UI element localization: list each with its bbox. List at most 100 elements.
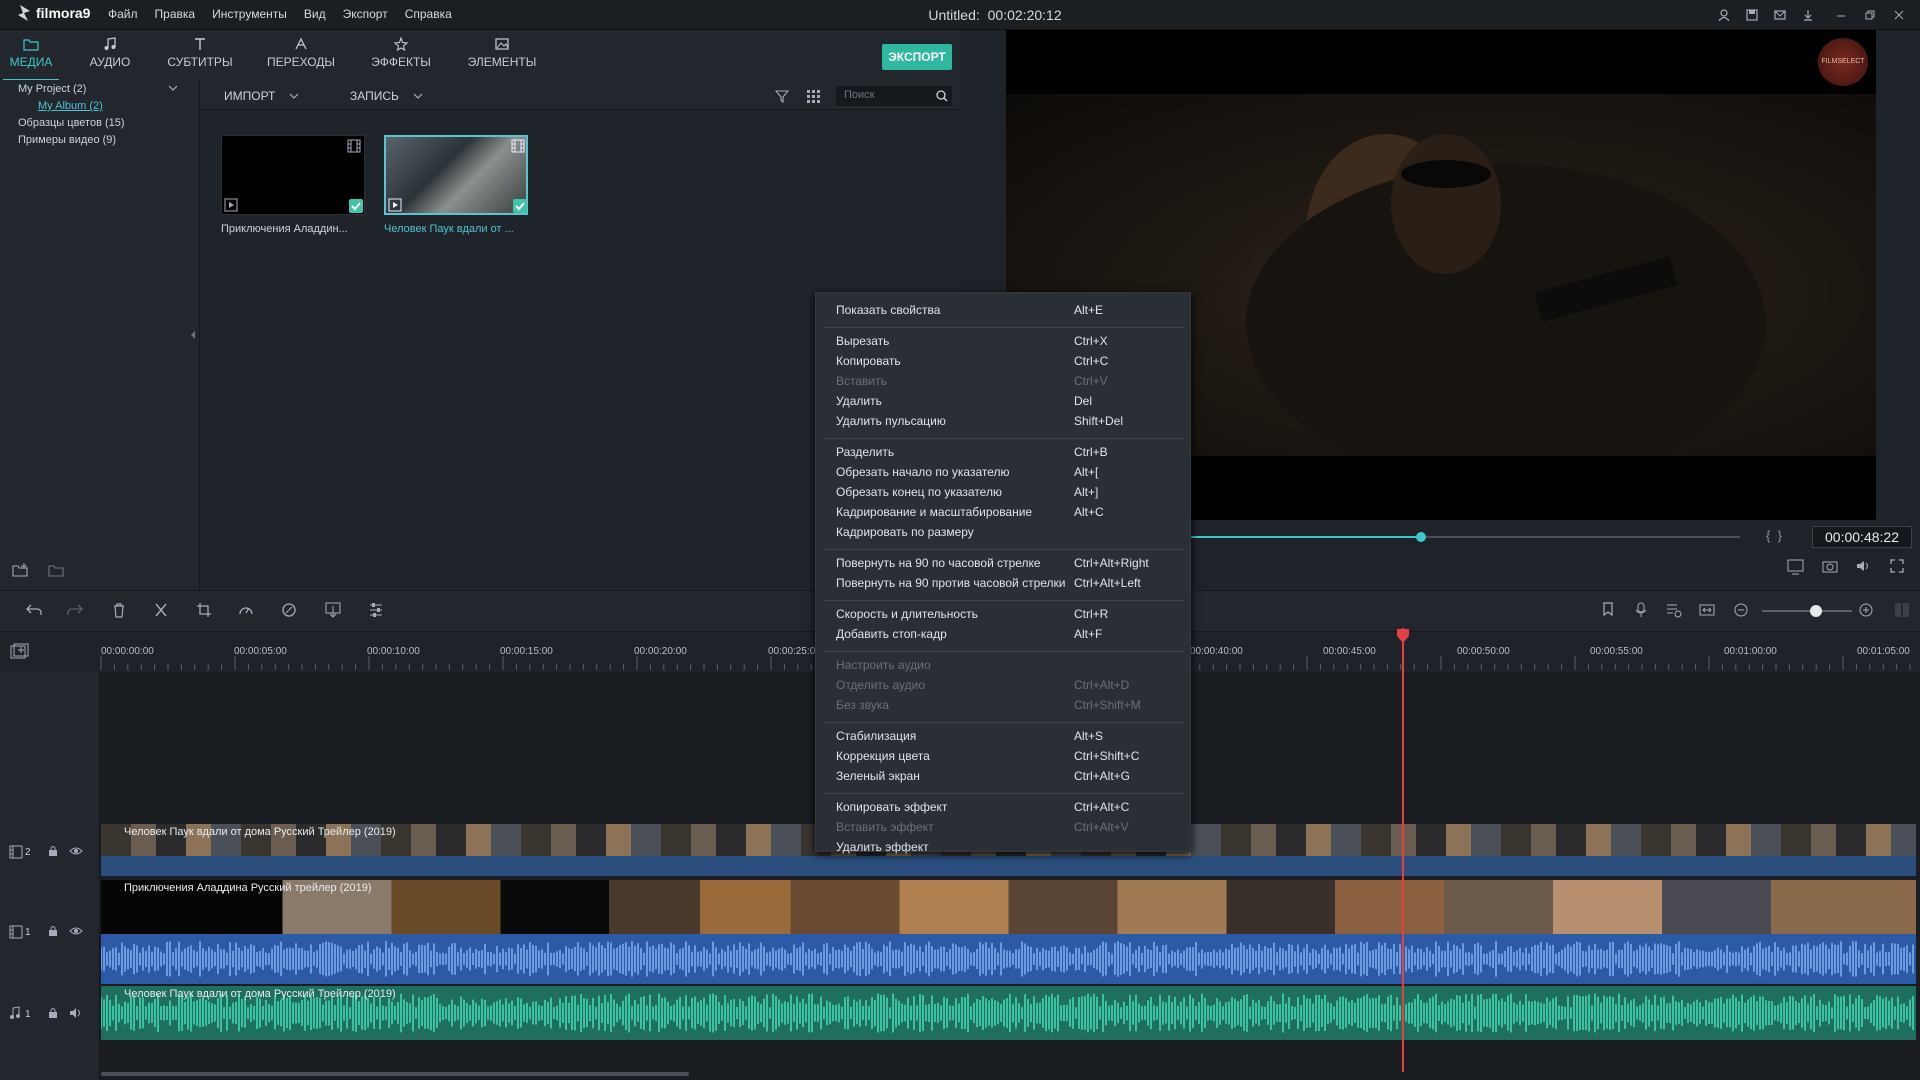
undo-icon[interactable]: [25, 602, 43, 620]
save-icon[interactable]: [1743, 6, 1761, 24]
folder-icon: [23, 39, 39, 51]
add-folder-icon[interactable]: [12, 563, 30, 577]
color-icon[interactable]: [281, 602, 299, 620]
clip-spiderman-v2-audio-strip[interactable]: [101, 856, 1916, 876]
tab-effects[interactable]: ЭФФЕКТЫ: [361, 37, 441, 69]
context-menu-item[interactable]: Повернуть на 90 по часовой стрелке Ctrl+A…: [836, 556, 1176, 570]
context-menu-item[interactable]: Повернуть на 90 против часовой стрелки Ct…: [836, 576, 1176, 590]
redo-icon[interactable]: [66, 602, 84, 620]
media-thumbnail-aladdin[interactable]: [221, 135, 365, 215]
tab-media[interactable]: МЕДИА: [0, 37, 71, 81]
sidebar-item-my-project[interactable]: My Project (2): [18, 83, 86, 95]
marker-icon[interactable]: [1601, 602, 1619, 620]
context-menu-item[interactable]: Копировать эффект Ctrl+Alt+C: [836, 800, 1176, 814]
context-menu-item[interactable]: Разделить Ctrl+B: [836, 445, 1176, 459]
sidebar-item-color-samples[interactable]: Образцы цветов (15): [18, 117, 125, 129]
tab-audio[interactable]: АУДИО: [70, 37, 150, 69]
tab-transitions[interactable]: ПЕРЕХОДЫ: [261, 37, 341, 69]
context-menu-item-label: Кадрировать по размеру: [836, 525, 974, 539]
zoom-slider-track[interactable]: [1762, 610, 1852, 612]
ruler-tick-label: 00:00:40:00: [1190, 646, 1243, 657]
record-dropdown[interactable]: ЗАПИСЬ: [350, 89, 423, 103]
timeline-scrollbar[interactable]: [101, 1072, 689, 1076]
camera-icon[interactable]: [1822, 559, 1838, 573]
lock-icon[interactable]: [47, 1007, 59, 1019]
restore-icon[interactable]: [1861, 6, 1879, 24]
media-thumbnail-spiderman[interactable]: [384, 135, 528, 215]
search-input[interactable]: Поиск: [836, 86, 952, 106]
panel-toggle-icon[interactable]: [1894, 602, 1912, 620]
context-menu-item-shortcut: Ctrl+Alt+V: [1074, 820, 1129, 834]
context-menu-item-label: Добавить стоп-кадр: [836, 627, 947, 641]
speed-icon[interactable]: [238, 602, 256, 620]
context-menu-item[interactable]: Вырезать Ctrl+X: [836, 334, 1176, 348]
lock-icon[interactable]: [47, 845, 59, 857]
mail-icon[interactable]: [1771, 6, 1789, 24]
tab-titles[interactable]: СУБТИТРЫ: [160, 37, 240, 69]
context-menu-item[interactable]: Копировать Ctrl+C: [836, 354, 1176, 368]
collapse-sidebar-icon[interactable]: [190, 330, 196, 340]
display-settings-icon[interactable]: [1787, 559, 1807, 575]
delete-icon[interactable]: [111, 602, 129, 620]
zoom-out-icon[interactable]: [1733, 602, 1751, 620]
context-menu-item[interactable]: Удалить эффект: [836, 840, 1176, 854]
export-button[interactable]: ЭКСПОРТ: [882, 44, 952, 70]
fit-timeline-icon[interactable]: [1699, 602, 1717, 620]
context-menu: Показать свойства Alt+E Вырезать Ctrl+X Копи…: [815, 292, 1191, 854]
audio-mixer-icon[interactable]: [368, 602, 386, 620]
zoom-in-icon[interactable]: [1858, 602, 1876, 620]
mark-in-out-icon[interactable]: { }: [1766, 528, 1782, 543]
eye-icon[interactable]: [69, 846, 83, 856]
clip-aladdin-video-v1[interactable]: [101, 880, 1916, 934]
split-icon[interactable]: [153, 602, 171, 620]
account-icon[interactable]: [1715, 6, 1733, 24]
context-menu-item[interactable]: Стабилизация Alt+S: [836, 729, 1176, 743]
search-icon[interactable]: [936, 90, 948, 102]
delete-folder-icon[interactable]: [48, 563, 66, 577]
tab-elements[interactable]: ЭЛЕМЕНТЫ: [462, 37, 542, 69]
preview-scrubber-handle[interactable]: [1416, 532, 1426, 542]
context-menu-item-label: Без звука: [836, 698, 889, 712]
grid-view-icon[interactable]: [806, 89, 820, 103]
zoom-slider-handle[interactable]: [1810, 605, 1822, 617]
download-icon[interactable]: [1799, 6, 1817, 24]
menu-separator: [824, 327, 1184, 328]
sidebar-item-my-album[interactable]: My Album (2): [38, 100, 103, 112]
context-menu-item[interactable]: Зеленый экран Ctrl+Alt+G: [836, 769, 1176, 783]
context-menu-item[interactable]: Скорость и длительность Ctrl+R: [836, 607, 1176, 621]
context-menu-item[interactable]: Добавить стоп-кадр Alt+F: [836, 627, 1176, 641]
sidebar-item-sample-videos[interactable]: Примеры видео (9): [18, 134, 116, 146]
context-menu-item[interactable]: Обрезать начало по указателю Alt+[: [836, 465, 1176, 479]
context-menu-item-shortcut: Ctrl+Alt+D: [1074, 678, 1130, 692]
add-track-icon[interactable]: [10, 643, 30, 659]
context-menu-item-label: Обрезать начало по указателю: [836, 465, 1010, 479]
import-dropdown[interactable]: ИМПОРТ: [224, 89, 299, 103]
minimize-icon[interactable]: [1832, 6, 1850, 24]
context-menu-item[interactable]: Удалить пульсацию Shift+Del: [836, 414, 1176, 428]
lock-icon[interactable]: [47, 925, 59, 937]
filter-icon[interactable]: [775, 89, 789, 103]
fullscreen-icon[interactable]: [1890, 559, 1904, 573]
context-menu-item[interactable]: Показать свойства Alt+E: [836, 303, 1176, 317]
voiceover-icon[interactable]: [1666, 602, 1684, 620]
volume-icon[interactable]: [1856, 559, 1872, 573]
effects-icon: [394, 37, 408, 51]
clip-aladdin-audio-waveform[interactable]: [101, 934, 1916, 984]
context-menu-item[interactable]: Коррекция цвета Ctrl+Shift+C: [836, 749, 1176, 763]
playhead[interactable]: [1402, 628, 1404, 1072]
crop-icon[interactable]: [196, 602, 214, 620]
context-menu-item[interactable]: Кадрирование и масштабирование Alt+C: [836, 505, 1176, 519]
ruler-tick-label: 00:00:05:00: [234, 646, 287, 657]
context-menu-item[interactable]: Кадрировать по размеру: [836, 525, 1176, 539]
chevron-down-icon[interactable]: [168, 84, 178, 92]
context-menu-item: Вставить эффект Ctrl+Alt+V: [836, 820, 1176, 834]
playhead-handle-icon[interactable]: [1396, 628, 1410, 644]
context-menu-item[interactable]: Обрезать конец по указателю Alt+]: [836, 485, 1176, 499]
speaker-icon[interactable]: [69, 1007, 83, 1019]
import-label: ИМПОРТ: [224, 89, 276, 103]
close-icon[interactable]: [1890, 6, 1908, 24]
context-menu-item[interactable]: Удалить Del: [836, 394, 1176, 408]
eye-icon[interactable]: [69, 926, 83, 936]
microphone-icon[interactable]: [1634, 602, 1652, 620]
green-screen-icon[interactable]: [325, 602, 343, 620]
